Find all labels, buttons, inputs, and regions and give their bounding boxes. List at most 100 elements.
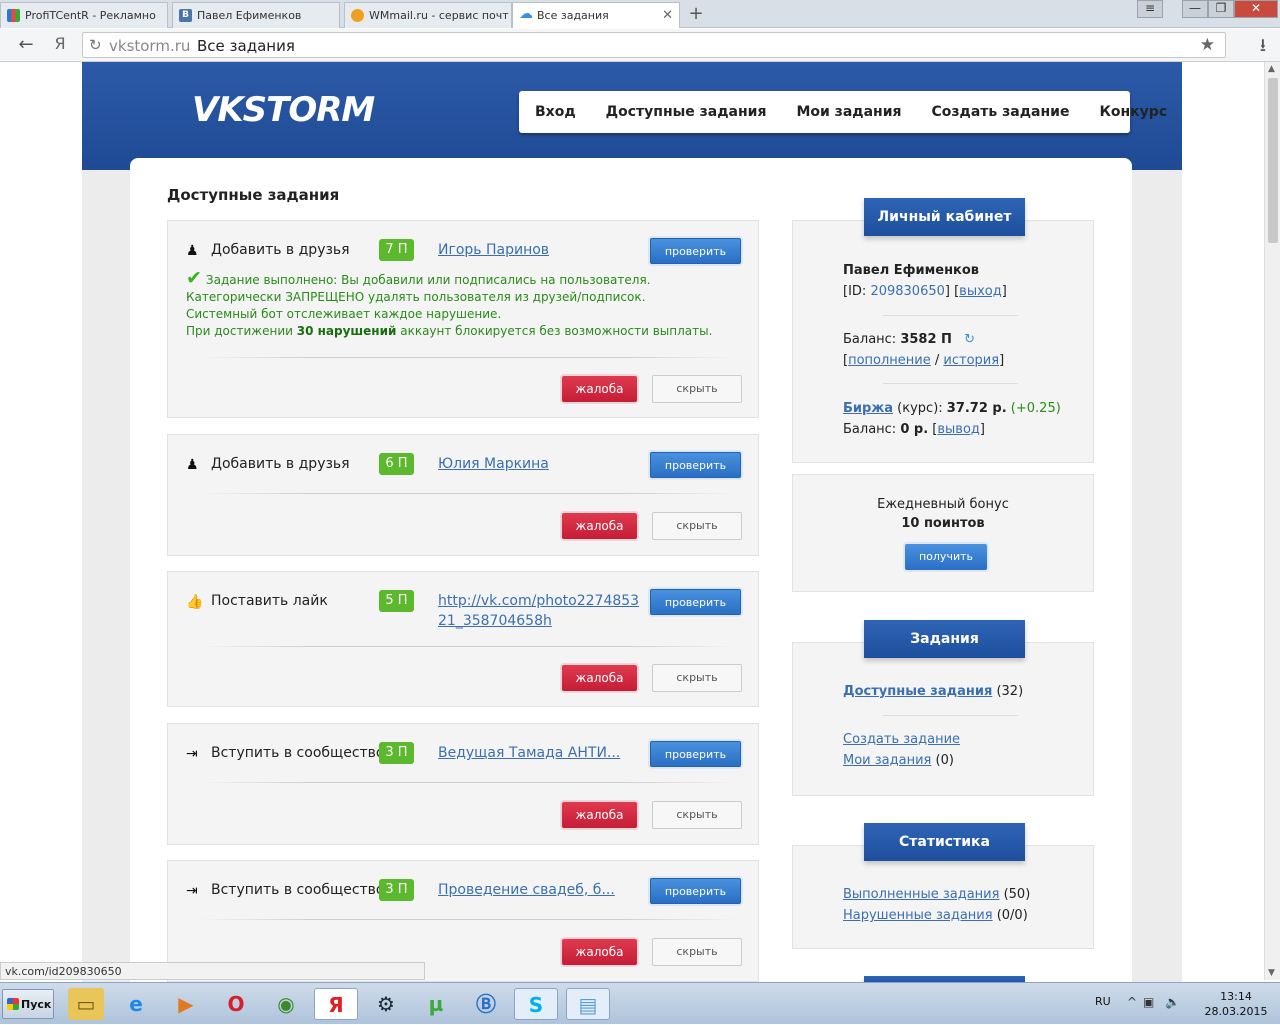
- url-host: vkstorm.ru: [109, 37, 191, 55]
- user-id[interactable]: 209830650: [870, 284, 944, 299]
- volume-icon[interactable]: 🔈: [1165, 995, 1180, 1009]
- logout-link[interactable]: выход: [959, 284, 1002, 299]
- yandex-icon[interactable]: Я: [314, 988, 358, 1020]
- nav-my-tasks[interactable]: Мои задания: [796, 104, 901, 120]
- download-icon[interactable]: ⭳: [1260, 33, 1266, 63]
- task-link[interactable]: Игорь Паринов: [438, 240, 623, 260]
- points-badge: 6 П: [379, 453, 414, 475]
- refresh-icon[interactable]: ↻: [964, 332, 975, 347]
- hide-button[interactable]: скрыть: [652, 801, 742, 829]
- new-tab-button[interactable]: +: [684, 3, 708, 24]
- opera-icon[interactable]: O: [218, 988, 254, 1020]
- hide-button[interactable]: скрыть: [652, 664, 742, 692]
- bonus-amount: 10 поинтов: [901, 516, 985, 531]
- nav-contest[interactable]: Конкурс: [1099, 104, 1167, 120]
- site-header: VKSTORM Вход Доступные задания Мои задан…: [82, 62, 1182, 170]
- task-link[interactable]: Ведущая Тамада АНТИ...: [438, 743, 623, 763]
- person-icon: ♟: [186, 457, 199, 473]
- available-tasks-line: Доступные задания (32): [843, 684, 1024, 699]
- available-tasks-link[interactable]: Доступные задания: [843, 684, 992, 699]
- tray-arrow-icon[interactable]: ^: [1127, 995, 1137, 1009]
- tab-profitcentr[interactable]: ProfiTCentR - Рекламно: [0, 2, 168, 28]
- clock[interactable]: 13:14 28.03.2015: [1203, 989, 1269, 1019]
- b-icon[interactable]: Ⓑ: [468, 988, 504, 1020]
- vk-icon: В: [179, 9, 192, 22]
- hide-button[interactable]: скрыть: [652, 512, 742, 540]
- back-button[interactable]: ←: [14, 34, 38, 55]
- chrome-icon[interactable]: ◉: [268, 988, 304, 1020]
- menu-button[interactable]: ≡: [1137, 0, 1163, 18]
- tab-wmmail[interactable]: WMmail.ru - сервис почт: [344, 2, 512, 28]
- wmmail-icon: [351, 9, 364, 22]
- nav-create-task[interactable]: Создать задание: [932, 104, 1070, 120]
- maximize-button[interactable]: ❐: [1208, 0, 1234, 18]
- vertical-scrollbar[interactable]: ▲ ▼: [1264, 62, 1280, 980]
- check-button[interactable]: проверить: [650, 589, 741, 615]
- next-box-title: [864, 976, 1025, 982]
- notepad-icon[interactable]: ▤: [566, 988, 610, 1020]
- task-link[interactable]: http://vk.com/photo2274853 21_358704658h: [438, 591, 639, 631]
- check-button[interactable]: проверить: [650, 741, 741, 767]
- task-card: ⇥ Вступить в сообщество 3 П Ведущая Тама…: [167, 723, 759, 845]
- my-tasks-link[interactable]: Мои задания: [843, 753, 931, 768]
- media-icon[interactable]: ▶: [168, 988, 204, 1020]
- language-indicator[interactable]: RU: [1095, 995, 1111, 1008]
- bookmark-star-icon[interactable]: ★: [1200, 35, 1215, 55]
- nav-login[interactable]: Вход: [535, 104, 576, 120]
- history-link[interactable]: история: [943, 353, 999, 368]
- tab-vk[interactable]: В Павел Ефименков: [172, 2, 340, 28]
- page-title: Доступные задания: [167, 186, 340, 204]
- get-bonus-button[interactable]: получить: [905, 544, 987, 570]
- tab-all-tasks[interactable]: ☁ Все задания ✕: [512, 2, 680, 28]
- topup-link[interactable]: пополнение: [848, 353, 931, 368]
- reload-icon[interactable]: ↻: [89, 36, 102, 54]
- hide-button[interactable]: скрыть: [652, 938, 742, 966]
- task-type: Поставить лайк: [211, 593, 328, 609]
- rub-balance-line: Баланс: 0 р. [вывод]: [843, 422, 985, 437]
- rate-value: 37.72 р.: [946, 401, 1007, 416]
- url-field[interactable]: ↻ vkstorm.ru Все задания ★: [82, 32, 1226, 58]
- close-tab-icon[interactable]: ✕: [662, 8, 673, 23]
- skype-icon[interactable]: S: [514, 988, 558, 1020]
- scroll-thumb[interactable]: [1268, 78, 1278, 243]
- site-logo[interactable]: VKSTORM: [192, 90, 375, 130]
- complaint-button[interactable]: жалоба: [562, 665, 637, 691]
- scroll-up-icon[interactable]: ▲: [1268, 64, 1275, 74]
- hide-button[interactable]: скрыть: [652, 375, 742, 403]
- steam-icon[interactable]: ⚙: [368, 988, 404, 1020]
- violated-tasks-link[interactable]: Нарушенные задания: [843, 908, 993, 923]
- check-button[interactable]: проверить: [650, 452, 741, 478]
- ie-icon[interactable]: e: [118, 988, 154, 1020]
- complaint-button[interactable]: жалоба: [562, 939, 637, 965]
- page-viewport: VKSTORM Вход Доступные задания Мои задан…: [0, 62, 1264, 982]
- cloud-icon: ☁: [519, 6, 533, 22]
- task-card: ♟ Добавить в друзья 7 П Игорь Паринов пр…: [167, 220, 759, 418]
- network-icon[interactable]: ▣: [1143, 995, 1154, 1009]
- start-button[interactable]: Пуск: [2, 989, 54, 1019]
- task-link[interactable]: Юлия Маркина: [438, 454, 623, 474]
- done-tasks-line: Выполненные задания (50): [843, 887, 1031, 902]
- check-button[interactable]: проверить: [650, 878, 741, 904]
- close-window-button[interactable]: ✕: [1234, 0, 1278, 18]
- minimize-button[interactable]: —: [1182, 0, 1208, 18]
- taskbar: Пуск ▭ e ▶ O ◉ Я ⚙ µ Ⓑ S ▤ RU ^ ▣ 🔈 13:1…: [0, 982, 1280, 1024]
- user-id-line: [ID: 209830650] [выход]: [843, 284, 1007, 299]
- withdraw-link[interactable]: вывод: [937, 422, 980, 437]
- done-tasks-link[interactable]: Выполненные задания: [843, 887, 999, 902]
- thumbs-up-icon: 👍: [186, 594, 204, 610]
- create-task-link[interactable]: Создать задание: [843, 732, 960, 747]
- task-link[interactable]: Проведение свадеб, б...: [438, 880, 623, 900]
- points-badge: 7 П: [379, 239, 414, 261]
- join-icon: ⇥: [186, 883, 198, 899]
- complaint-button[interactable]: жалоба: [562, 376, 637, 402]
- complaint-button[interactable]: жалоба: [562, 513, 637, 539]
- yandex-button[interactable]: Я: [48, 34, 72, 53]
- nav-available-tasks[interactable]: Доступные задания: [606, 104, 767, 120]
- main-nav: Вход Доступные задания Мои задания Созда…: [519, 91, 1167, 133]
- scroll-down-icon[interactable]: ▼: [1268, 968, 1275, 978]
- explorer-icon[interactable]: ▭: [68, 988, 104, 1020]
- utorrent-icon[interactable]: µ: [418, 988, 454, 1020]
- exchange-link[interactable]: Биржа: [843, 401, 893, 416]
- complaint-button[interactable]: жалоба: [562, 802, 637, 828]
- check-button[interactable]: проверить: [650, 238, 741, 264]
